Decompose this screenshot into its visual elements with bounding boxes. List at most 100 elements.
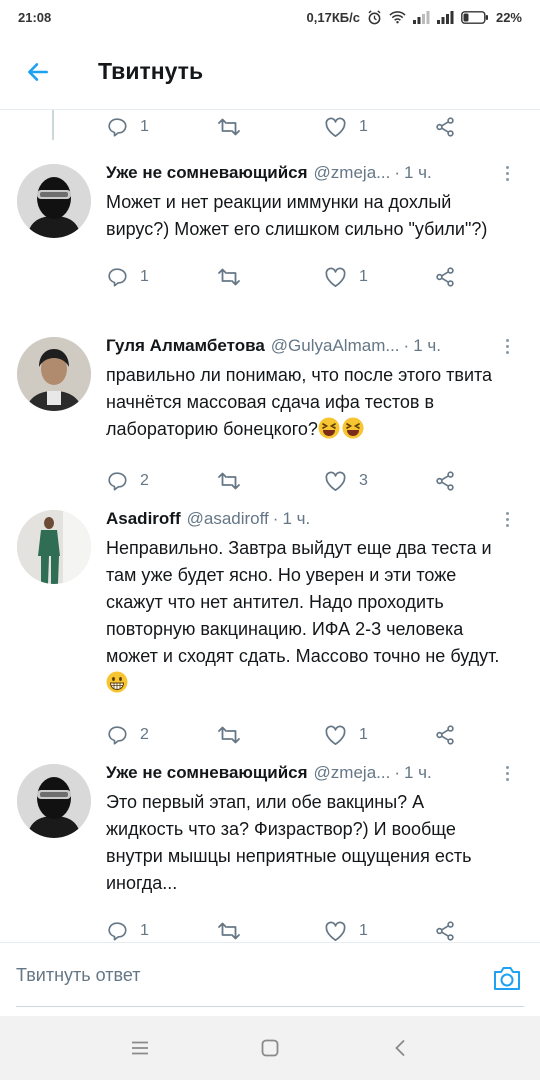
retweet-icon (218, 922, 240, 940)
tweet-actions: 2 1 (106, 718, 524, 752)
retweet-button[interactable] (216, 920, 324, 942)
like-count: 3 (359, 472, 368, 489)
tweet-header: Гуля Алмамбетова @GulyaAlmam... · 1 ч. (106, 336, 441, 356)
tweet-header: Уже не сомневающийся @zmeja... · 1 ч. (106, 163, 432, 183)
author-name[interactable]: Уже не сомневающийся (106, 763, 308, 783)
grinning-emoji (106, 671, 128, 701)
retweet-icon (218, 118, 240, 136)
tweet-text: Неправильно. Завтра выйдут еще два теста… (106, 535, 524, 701)
avatar[interactable] (17, 764, 91, 838)
heart-icon (325, 921, 346, 941)
reply-icon (108, 118, 127, 137)
partial-tweet-actions: 1 1 (106, 110, 456, 144)
share-button[interactable] (434, 470, 456, 492)
like-button[interactable]: 1 (324, 725, 434, 746)
page-title: Твитнуть (98, 58, 204, 84)
retweet-button[interactable] (216, 266, 324, 288)
reply-count: 2 (140, 472, 149, 489)
share-icon (436, 117, 454, 137)
avatar[interactable] (17, 510, 91, 584)
author-name[interactable]: Уже не сомневающийся (106, 163, 308, 183)
reply-button[interactable]: 1 (106, 266, 216, 288)
like-button[interactable]: 3 (324, 471, 434, 492)
share-button[interactable] (434, 266, 456, 288)
tweet-body: Уже не сомневающийся @zmeja... · 1 ч. Мо… (106, 160, 524, 294)
share-button[interactable] (434, 116, 456, 138)
author-handle[interactable]: @asadiroff (187, 509, 269, 529)
home-button[interactable] (250, 1028, 290, 1068)
home-square-icon (261, 1039, 279, 1057)
author-handle[interactable]: @zmeja... (314, 763, 391, 783)
retweet-icon (218, 726, 240, 744)
reply-button[interactable]: 1 (106, 116, 216, 138)
reply-button[interactable]: 1 (106, 920, 216, 942)
back-button[interactable] (14, 48, 62, 96)
tweet-body: Гуля Алмамбетова @GulyaAlmam... · 1 ч. п… (106, 333, 524, 498)
alarm-icon (367, 9, 382, 25)
tweet-actions: 2 3 (106, 464, 524, 498)
author-handle[interactable]: @zmeja... (314, 163, 391, 183)
tweet-actions: 1 1 (106, 914, 524, 942)
reply-count: 1 (140, 922, 149, 939)
reply-button[interactable]: 2 (106, 724, 216, 746)
camera-button[interactable] (490, 961, 524, 995)
heart-icon (325, 471, 346, 491)
status-indicators: 0,17КБ/с 22% (307, 10, 522, 25)
more-options-icon[interactable] (500, 160, 514, 186)
more-options-icon[interactable] (500, 333, 514, 359)
like-button[interactable]: 1 (324, 921, 434, 942)
author-handle[interactable]: @GulyaAlmam... (271, 336, 400, 356)
tweet-text: Может и нет реакции иммунки на дохлый ви… (106, 192, 488, 239)
more-options-icon[interactable] (500, 760, 514, 786)
arrow-left-icon (28, 62, 48, 81)
retweet-icon (218, 268, 240, 286)
network-speed: 0,17КБ/с (306, 9, 360, 25)
app-header: Твитнуть (0, 34, 540, 110)
status-time: 21:08 (18, 9, 52, 25)
chevron-left-icon (395, 1039, 405, 1057)
signal-icon (436, 10, 454, 24)
like-count: 1 (359, 922, 368, 939)
system-nav-bar (0, 1016, 540, 1080)
reply-icon (108, 472, 127, 491)
tweet-time: 1 ч. (282, 509, 311, 528)
tweet-header: Asadiroff @asadiroff · 1 ч. (106, 509, 311, 529)
menu-icon (132, 1041, 148, 1055)
tweet-actions: 1 1 (106, 260, 524, 294)
camera-icon (494, 967, 520, 990)
heart-icon (325, 267, 346, 287)
share-icon (436, 725, 454, 745)
more-options-icon[interactable] (500, 506, 514, 532)
tweet-header: Уже не сомневающийся @zmeja... · 1 ч. (106, 763, 432, 783)
back-nav-button[interactable] (380, 1028, 420, 1068)
retweet-button[interactable] (216, 116, 324, 138)
like-button[interactable]: 1 (324, 117, 434, 138)
author-name[interactable]: Asadiroff (106, 509, 181, 529)
battery-icon (461, 10, 489, 24)
share-icon (436, 267, 454, 287)
tweet-body: Уже не сомневающийся @zmeja... · 1 ч. Эт… (106, 760, 524, 942)
reply-button[interactable]: 2 (106, 470, 216, 492)
like-button[interactable]: 1 (324, 267, 434, 288)
battery-level: 22% (495, 9, 522, 25)
tweet-thread[interactable]: 1 1 Уже не сомневающийся @zmeja... · 1 ч (0, 110, 540, 942)
reply-icon (108, 922, 127, 941)
reply-icon (108, 268, 127, 287)
heart-icon (325, 117, 346, 137)
share-icon (436, 921, 454, 941)
heart-icon (325, 725, 346, 745)
retweet-button[interactable] (216, 724, 324, 746)
reply-input[interactable]: Твитнуть ответ (16, 965, 141, 986)
retweet-icon (218, 472, 240, 490)
avatar[interactable] (17, 164, 91, 238)
share-button[interactable] (434, 920, 456, 942)
retweet-button[interactable] (216, 470, 324, 492)
menu-button[interactable] (120, 1028, 160, 1068)
tweet-text: Это первый этап, или обе вакцины? А жидк… (106, 792, 472, 893)
share-button[interactable] (434, 724, 456, 746)
reply-count: 2 (140, 726, 149, 743)
author-name[interactable]: Гуля Алмамбетова (106, 336, 265, 356)
avatar[interactable] (17, 337, 91, 411)
thread-connector (52, 110, 54, 140)
like-count: 1 (359, 268, 368, 285)
